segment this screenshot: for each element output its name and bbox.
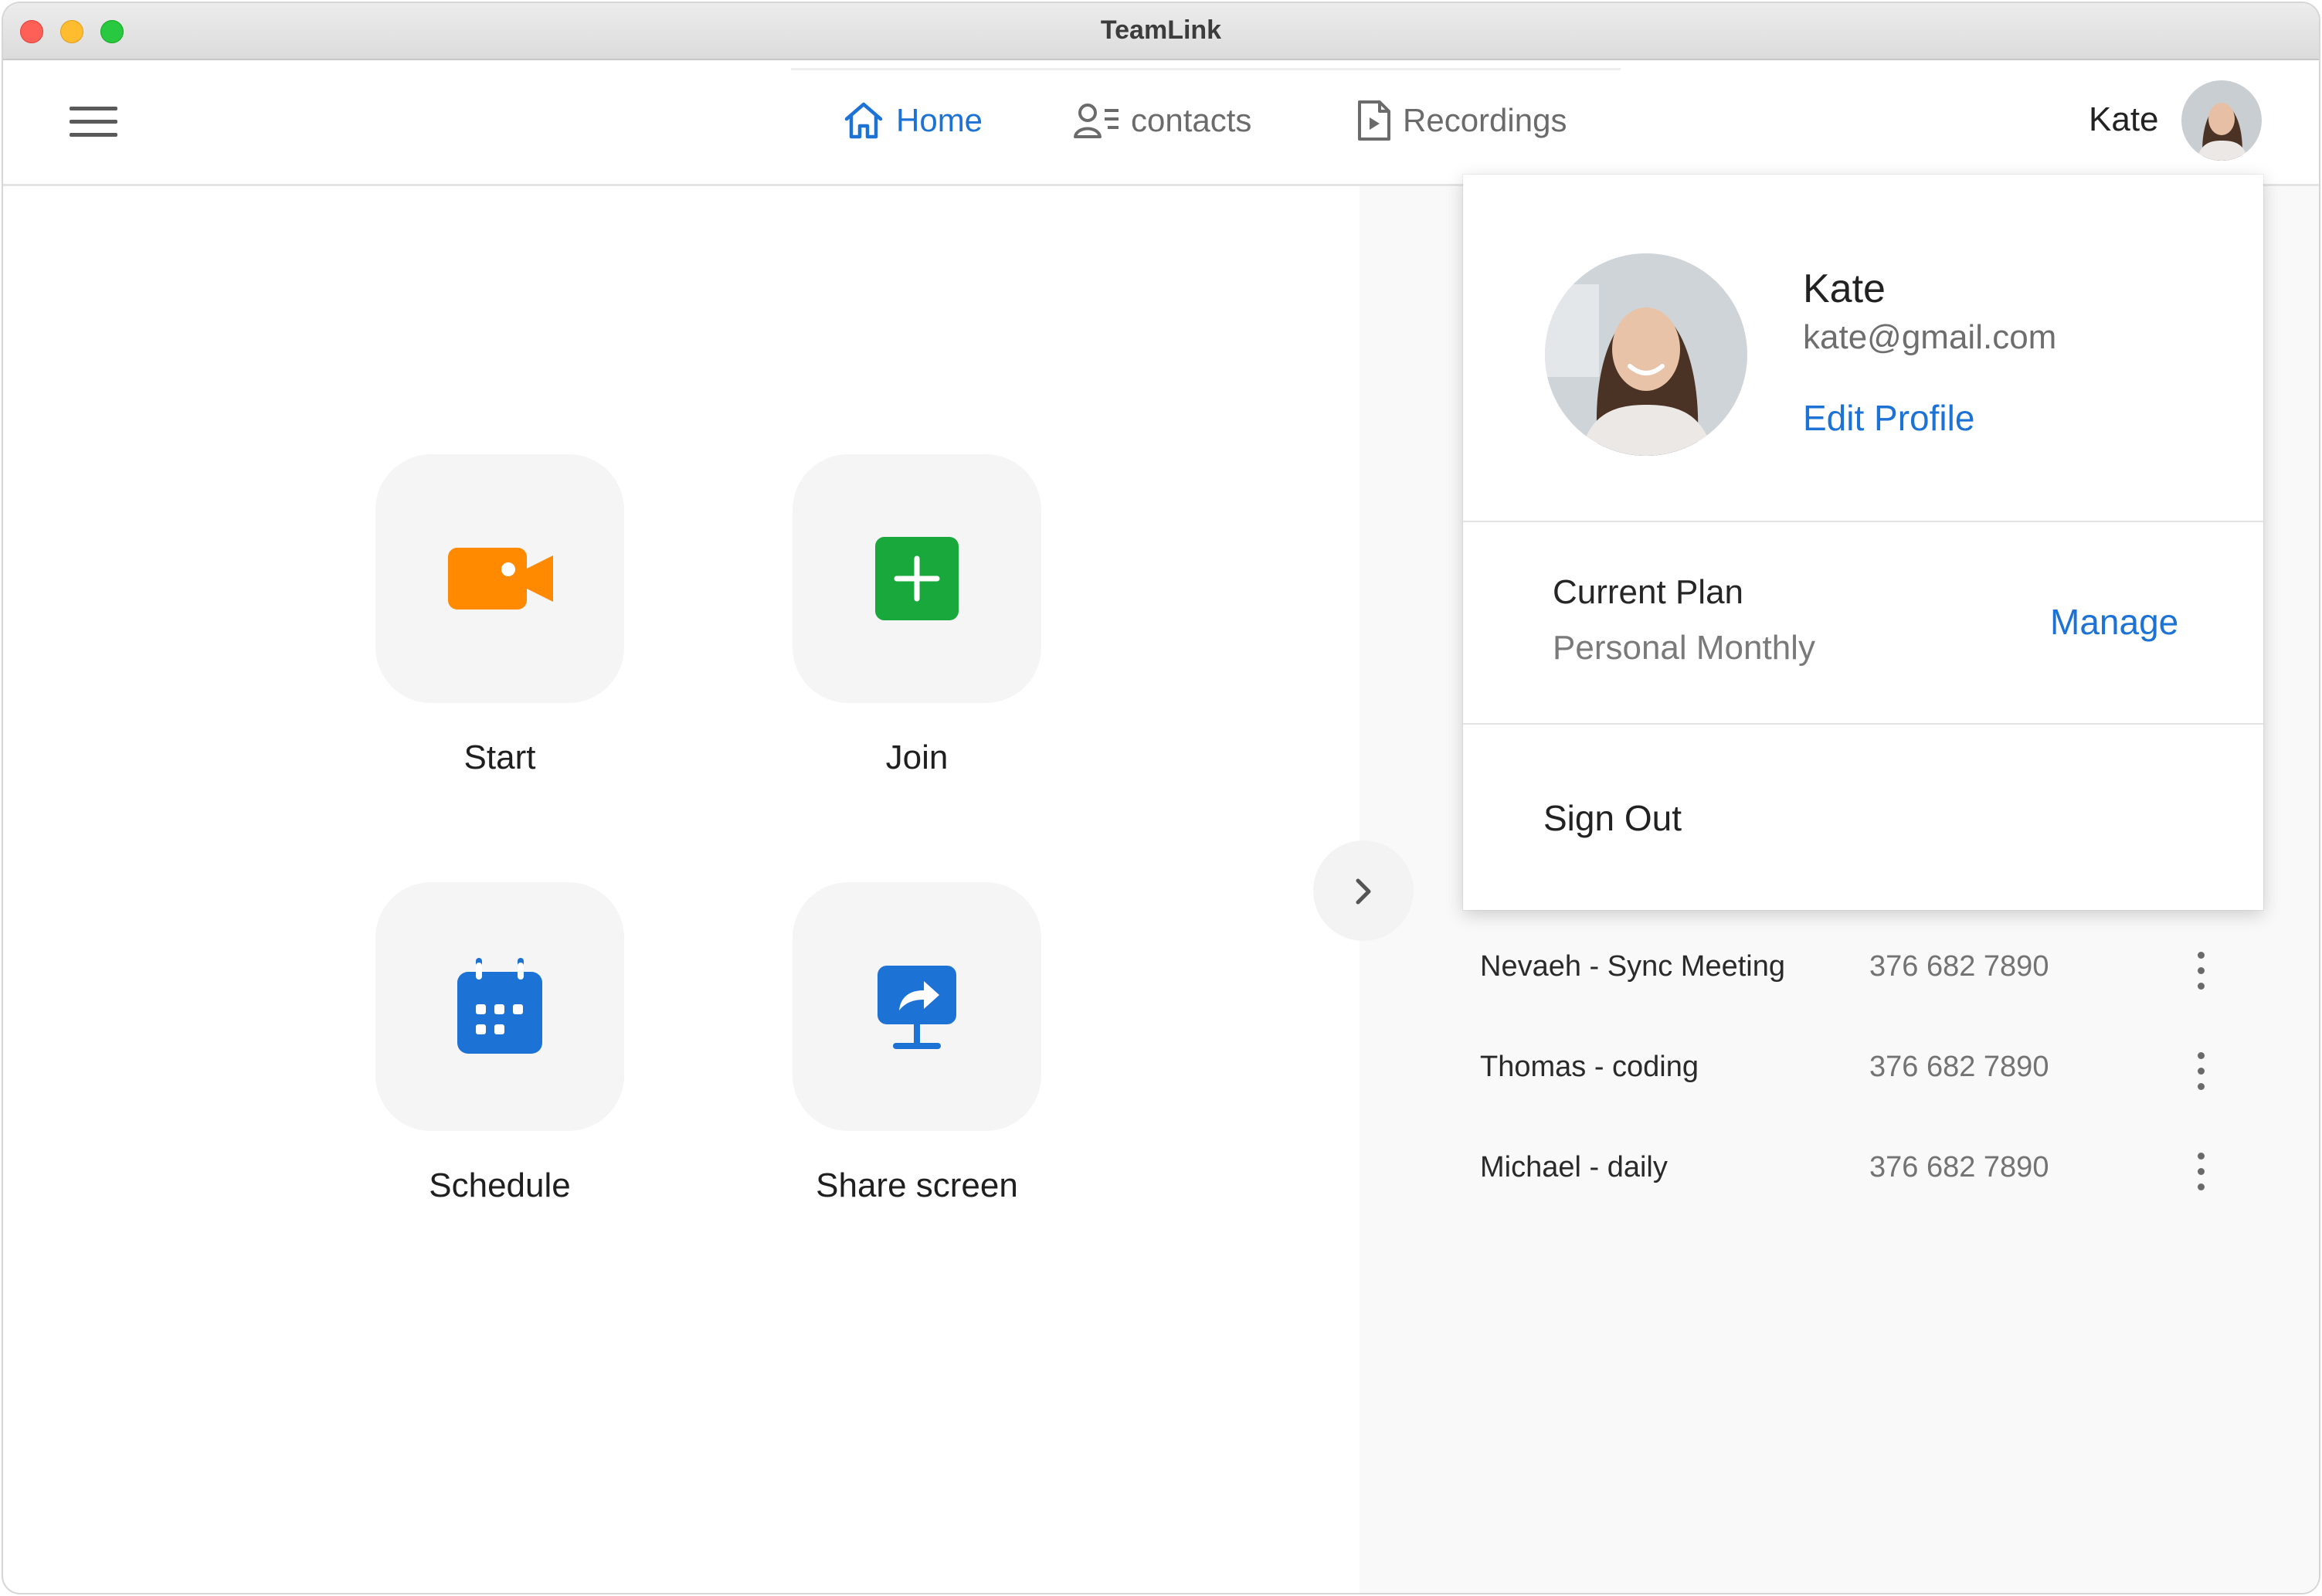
meeting-row[interactable]: Nevaeh - Sync Meeting 376 682 7890 bbox=[1480, 939, 2222, 1001]
meeting-title: Thomas - coding bbox=[1480, 1051, 1699, 1083]
schedule-label: Schedule bbox=[429, 1166, 571, 1204]
avatar[interactable] bbox=[2181, 80, 2262, 161]
meeting-title: Michael - daily bbox=[1480, 1151, 1668, 1183]
user-name: Kate bbox=[2089, 100, 2159, 138]
divider bbox=[1463, 521, 2263, 522]
profile-avatar bbox=[1545, 253, 1747, 456]
join-button[interactable] bbox=[793, 454, 1041, 703]
start-label: Start bbox=[463, 739, 536, 776]
current-plan-label: Current Plan bbox=[1553, 573, 1744, 611]
expand-panel-button[interactable] bbox=[1313, 840, 1414, 941]
tab-home[interactable]: Home bbox=[842, 96, 983, 145]
divider bbox=[1463, 723, 2263, 725]
tab-recordings-label: Recordings bbox=[1403, 102, 1567, 138]
profile-email: kate@gmail.com bbox=[1803, 318, 2057, 356]
meeting-title: Nevaeh - Sync Meeting bbox=[1480, 950, 1785, 983]
tab-recordings[interactable]: Recordings bbox=[1356, 96, 1567, 145]
start-button[interactable] bbox=[375, 454, 624, 703]
calendar-icon bbox=[457, 958, 542, 1054]
share-screen-button[interactable] bbox=[793, 882, 1041, 1131]
tab-contacts-label: contacts bbox=[1131, 102, 1252, 138]
user-photo-icon bbox=[2181, 80, 2262, 161]
user-photo-icon bbox=[1545, 253, 1747, 456]
edit-profile-link[interactable]: Edit Profile bbox=[1803, 397, 1974, 439]
tab-home-label: Home bbox=[896, 102, 983, 138]
recordings-icon bbox=[1358, 100, 1390, 141]
profile-name: Kate bbox=[1803, 267, 1886, 311]
meeting-id: 376 682 7890 bbox=[1869, 1151, 2049, 1183]
meeting-id: 376 682 7890 bbox=[1869, 1051, 2049, 1083]
more-options-icon[interactable] bbox=[2189, 947, 2212, 993]
meeting-row[interactable]: Michael - daily 376 682 7890 bbox=[1480, 1140, 2222, 1202]
share-screen-icon bbox=[878, 966, 956, 1049]
profile-dropdown: Kate kate@gmail.com Edit Profile Current… bbox=[1463, 175, 2263, 910]
more-options-icon[interactable] bbox=[2189, 1148, 2212, 1194]
plus-icon bbox=[875, 537, 959, 620]
current-plan-value: Personal Monthly bbox=[1553, 629, 1815, 667]
video-camera-icon bbox=[448, 548, 553, 610]
meeting-id: 376 682 7890 bbox=[1869, 950, 2049, 983]
title-bar: TeamLink bbox=[3, 3, 2319, 60]
share-screen-label: Share screen bbox=[816, 1166, 1018, 1204]
chevron-right-icon bbox=[1356, 878, 1371, 905]
top-toolbar: Home contacts Recordings Kate bbox=[3, 60, 2319, 186]
nav-divider bbox=[791, 68, 1621, 70]
home-icon bbox=[844, 102, 883, 139]
tab-contacts[interactable]: contacts bbox=[1074, 96, 1251, 145]
schedule-button[interactable] bbox=[375, 882, 624, 1131]
menu-icon[interactable] bbox=[70, 105, 117, 139]
more-options-icon[interactable] bbox=[2189, 1048, 2212, 1094]
meeting-row[interactable]: Thomas - coding 376 682 7890 bbox=[1480, 1040, 2222, 1102]
sign-out-button[interactable]: Sign Out bbox=[1543, 797, 1682, 839]
contacts-icon bbox=[1074, 104, 1119, 138]
window-title: TeamLink bbox=[1100, 15, 1222, 45]
join-label: Join bbox=[885, 739, 949, 776]
manage-plan-link[interactable]: Manage bbox=[2050, 601, 2178, 643]
app-window: TeamLink Home contacts Recordings Kate S… bbox=[3, 3, 2319, 1593]
